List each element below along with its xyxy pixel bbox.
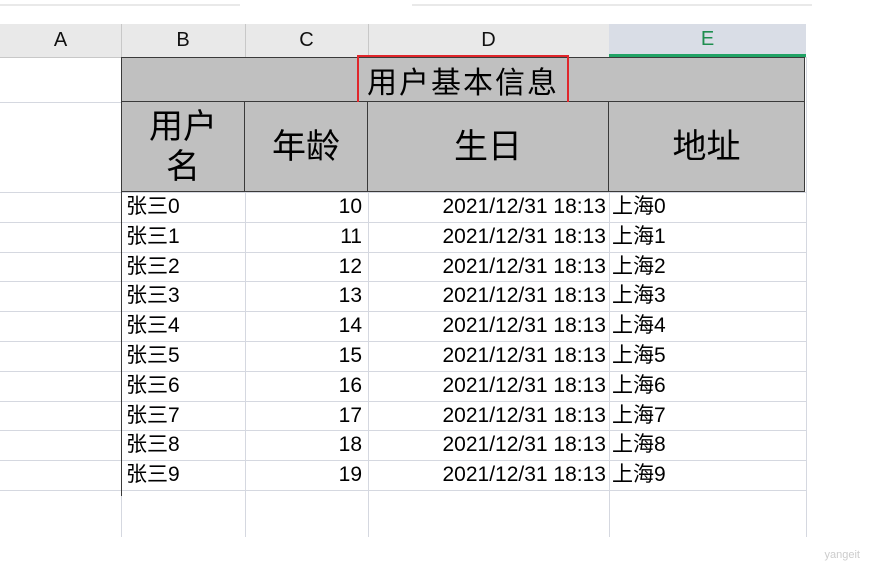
cell-birthday[interactable]: 2021/12/31 18:13 — [368, 463, 607, 487]
cell-name[interactable]: 张三1 — [126, 225, 241, 249]
spreadsheet: A B C D E 用户基本信息 用户 名 年龄 生日 地址 张三0 10 2021… — [0, 0, 872, 573]
cell-name[interactable]: 张三7 — [126, 404, 241, 428]
column-header-row: A B C D E — [0, 24, 806, 58]
header-name-line2: 名 — [166, 146, 200, 187]
table-row: 张三5 15 2021/12/31 18:13 上海5 — [121, 344, 805, 368]
cell-age[interactable]: 11 — [245, 225, 362, 249]
cell-name[interactable]: 张三9 — [126, 463, 241, 487]
cell-age[interactable]: 12 — [245, 255, 362, 279]
toolbar-strip — [0, 0, 872, 24]
table-row: 张三8 18 2021/12/31 18:13 上海8 — [121, 433, 805, 457]
column-header-d[interactable]: D — [368, 24, 610, 57]
cell-age[interactable]: 13 — [245, 284, 362, 308]
cell-address[interactable]: 上海2 — [612, 255, 802, 279]
cell-address[interactable]: 上海6 — [612, 374, 802, 398]
cell-birthday[interactable]: 2021/12/31 18:13 — [368, 374, 607, 398]
header-address: 地址 — [672, 126, 741, 167]
table-row: 张三2 12 2021/12/31 18:13 上海2 — [121, 255, 805, 279]
table-border — [368, 192, 369, 496]
table-row: 张三3 13 2021/12/31 18:13 上海3 — [121, 284, 805, 308]
cell-name[interactable]: 张三5 — [126, 344, 241, 368]
cell-address[interactable]: 上海3 — [612, 284, 802, 308]
cell-birthday[interactable]: 2021/12/31 18:13 — [368, 195, 607, 219]
cell-name[interactable]: 张三8 — [126, 433, 241, 457]
cell-name[interactable]: 张三0 — [126, 195, 241, 219]
table-row: 张三6 16 2021/12/31 18:13 上海6 — [121, 374, 805, 398]
cell-address[interactable]: 上海5 — [612, 344, 802, 368]
cell-age[interactable]: 14 — [245, 314, 362, 338]
cell-address[interactable]: 上海9 — [612, 463, 802, 487]
cell-birthday[interactable]: 2021/12/31 18:13 — [368, 433, 607, 457]
grid-hline — [0, 102, 121, 103]
cell-name[interactable]: 张三6 — [126, 374, 241, 398]
table-row: 张三4 14 2021/12/31 18:13 上海4 — [121, 314, 805, 338]
cell-birthday[interactable]: 2021/12/31 18:13 — [368, 225, 607, 249]
cell-age[interactable]: 19 — [245, 463, 362, 487]
column-header-b[interactable]: B — [121, 24, 246, 57]
header-birthday: 生日 — [454, 126, 522, 167]
cell-birthday[interactable]: 2021/12/31 18:13 — [368, 404, 607, 428]
cell-name[interactable]: 张三4 — [126, 314, 241, 338]
watermark: yangeit — [824, 549, 860, 561]
tab-edge — [412, 4, 812, 6]
header-cell-birthday[interactable]: 生日 — [368, 102, 609, 192]
cell-name[interactable]: 张三2 — [126, 255, 241, 279]
cell-birthday[interactable]: 2021/12/31 18:13 — [368, 284, 607, 308]
cell-age[interactable]: 15 — [245, 344, 362, 368]
header-cell-name[interactable]: 用户 名 — [121, 102, 245, 192]
cell-age[interactable]: 17 — [245, 404, 362, 428]
column-header-c[interactable]: C — [245, 24, 369, 57]
grid-vline — [806, 57, 807, 537]
cell-birthday[interactable]: 2021/12/31 18:13 — [368, 255, 607, 279]
cell-address[interactable]: 上海4 — [612, 314, 802, 338]
cell-address[interactable]: 上海1 — [612, 225, 802, 249]
header-age: 年龄 — [272, 126, 340, 167]
cell-age[interactable]: 16 — [245, 374, 362, 398]
cell-address[interactable]: 上海7 — [612, 404, 802, 428]
table-row: 张三9 19 2021/12/31 18:13 上海9 — [121, 463, 805, 487]
tab-edge — [0, 4, 240, 6]
table-row: 张三0 10 2021/12/31 18:13 上海0 — [121, 195, 805, 219]
header-cell-address[interactable]: 地址 — [609, 102, 805, 192]
cell-address[interactable]: 上海0 — [612, 195, 802, 219]
cell-age[interactable]: 18 — [245, 433, 362, 457]
table-row: 张三7 17 2021/12/31 18:13 上海7 — [121, 404, 805, 428]
column-header-e[interactable]: E — [609, 24, 806, 57]
cell-age[interactable]: 10 — [245, 195, 362, 219]
header-name-line1: 用户 — [149, 106, 217, 147]
cell-address[interactable]: 上海8 — [612, 433, 802, 457]
table-row: 张三1 11 2021/12/31 18:13 上海1 — [121, 225, 805, 249]
cell-birthday[interactable]: 2021/12/31 18:13 — [368, 344, 607, 368]
header-cell-age[interactable]: 年龄 — [245, 102, 368, 192]
title-merged-cell[interactable]: 用户基本信息 — [121, 54, 805, 105]
cell-name[interactable]: 张三3 — [126, 284, 241, 308]
column-header-a[interactable]: A — [0, 24, 122, 57]
sheet-title: 用户基本信息 — [357, 54, 569, 105]
table-border — [609, 192, 610, 496]
cell-birthday[interactable]: 2021/12/31 18:13 — [368, 314, 607, 338]
table-border — [121, 192, 122, 496]
